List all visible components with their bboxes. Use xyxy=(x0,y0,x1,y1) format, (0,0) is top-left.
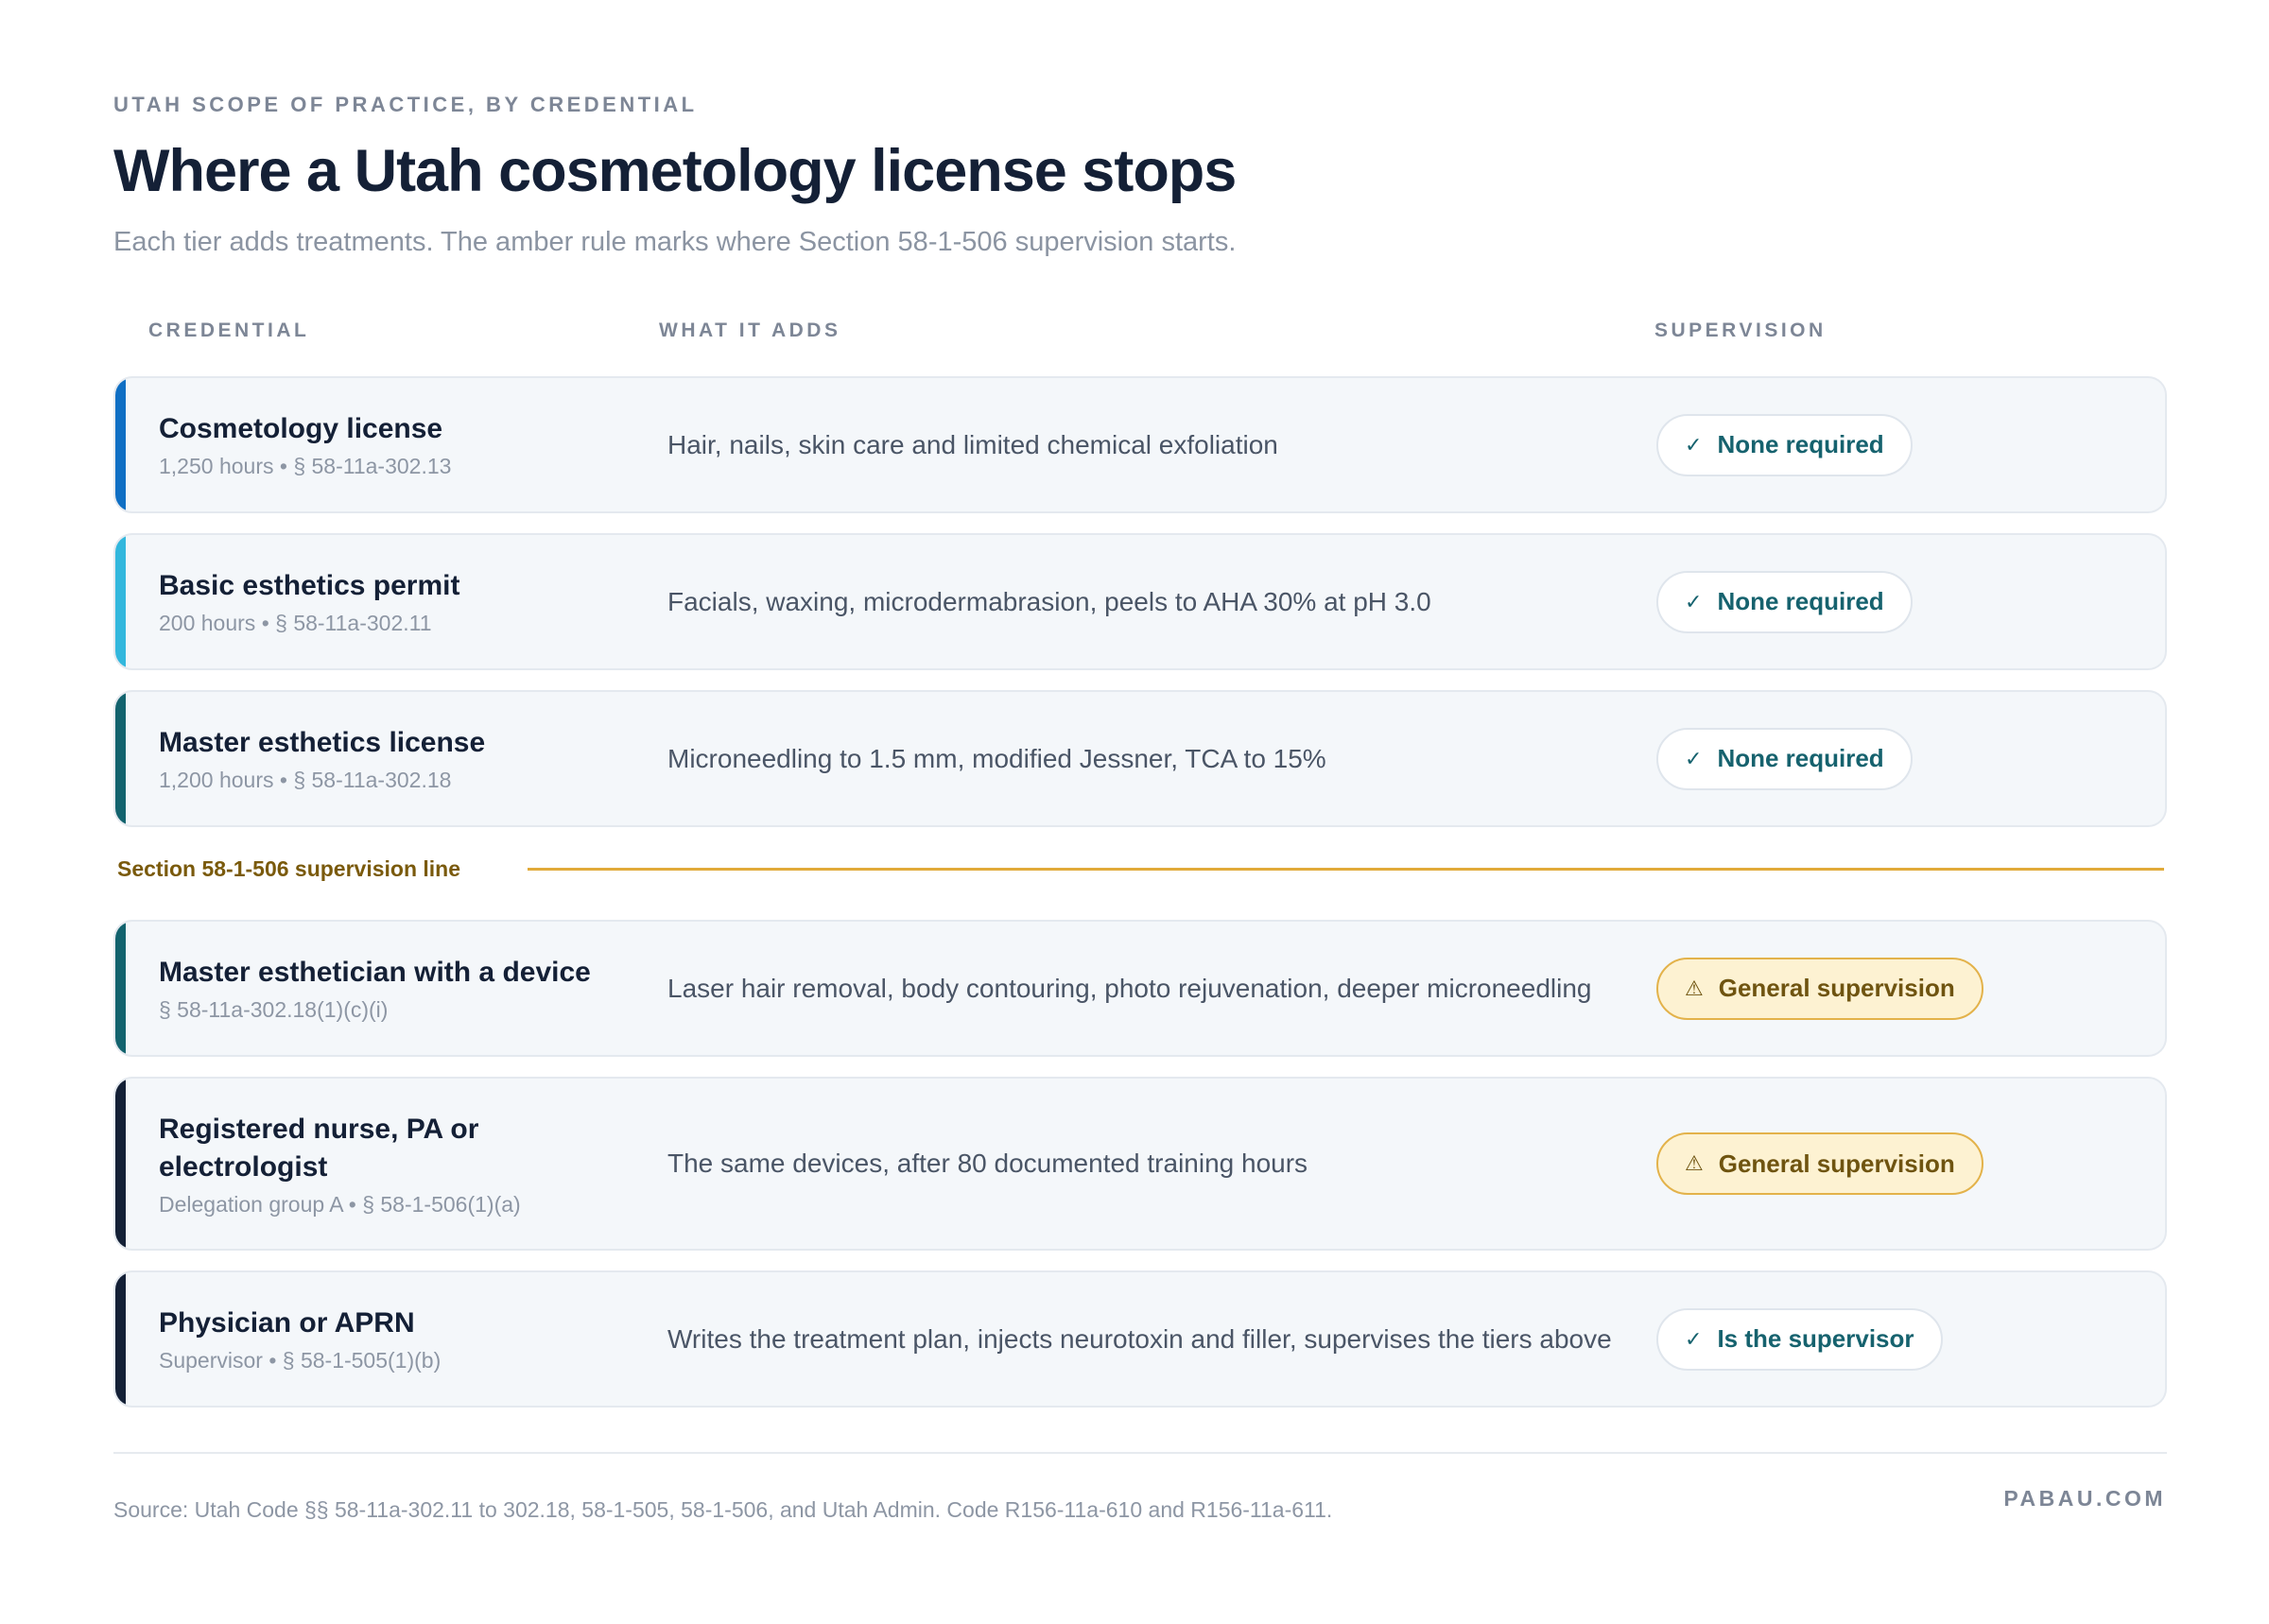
status-label: General supervision xyxy=(1718,1149,1955,1178)
status-label: General supervision xyxy=(1718,974,1955,1002)
page-subtitle: Each tier adds treatments. The amber rul… xyxy=(113,227,1237,257)
credential-row-nurse-pa: Registered nurse, PA or electrologist De… xyxy=(113,1077,2167,1251)
status-badge: ✓ None required xyxy=(1656,413,1913,476)
adds-cell: Writes the treatment plan, injects neuro… xyxy=(667,1323,1612,1354)
credential-cell: Basic esthetics permit 200 hours • § 58-… xyxy=(159,535,632,668)
supervision-cell: ✓ None required xyxy=(1656,378,1913,511)
supervision-cell: ✓ Is the supervisor xyxy=(1656,1272,1943,1406)
supervision-cell: ⚠ General supervision xyxy=(1656,922,1983,1055)
credential-meta: 1,200 hours • § 58-11a-302.18 xyxy=(159,768,452,792)
status-badge: ✓ None required xyxy=(1656,727,1913,790)
status-label: None required xyxy=(1717,430,1884,458)
credential-meta: § 58-11a-302.18(1)(c)(i) xyxy=(159,997,389,1022)
check-icon: ✓ xyxy=(1685,746,1703,770)
status-badge: ⚠ General supervision xyxy=(1656,957,1983,1020)
credential-meta: Supervisor • § 58-1-505(1)(b) xyxy=(159,1348,442,1373)
column-header-supervision: SUPERVISION xyxy=(1654,320,1827,341)
credential-meta: 200 hours • § 58-11a-302.11 xyxy=(159,611,432,635)
row-accent xyxy=(115,378,126,511)
credential-meta: 1,250 hours • § 58-11a-302.13 xyxy=(159,454,452,478)
credential-cell: Physician or APRN Supervisor • § 58-1-50… xyxy=(159,1272,632,1406)
credential-cell: Registered nurse, PA or electrologist De… xyxy=(159,1079,556,1249)
status-badge: ⚠ General supervision xyxy=(1656,1132,1983,1195)
credential-meta: Delegation group A • § 58-1-506(1)(a) xyxy=(159,1191,521,1217)
row-accent xyxy=(115,922,126,1055)
source-note: Source: Utah Code §§ 58-11a-302.11 to 30… xyxy=(113,1497,1333,1522)
supervision-cell: ⚠ General supervision xyxy=(1656,1079,1983,1249)
supervision-line xyxy=(528,868,2164,871)
credential-name: Basic esthetics permit xyxy=(159,570,460,601)
credential-cell: Cosmetology license 1,250 hours • § 58-1… xyxy=(159,378,632,511)
status-label: None required xyxy=(1717,744,1884,772)
adds-cell: Facials, waxing, microdermabrasion, peel… xyxy=(667,586,1431,616)
warning-icon: ⚠ xyxy=(1685,976,1704,1000)
column-header-credential: CREDENTIAL xyxy=(148,320,310,341)
row-accent xyxy=(115,1272,126,1406)
credential-cell: Master esthetician with a device § 58-11… xyxy=(159,922,632,1055)
credential-row-basic-esthetics: Basic esthetics permit 200 hours • § 58-… xyxy=(113,533,2167,670)
credential-name: Cosmetology license xyxy=(159,413,443,444)
row-accent xyxy=(115,1079,126,1249)
credential-name: Registered nurse, PA or electrologist xyxy=(159,1113,479,1183)
credential-row-physician: Physician or APRN Supervisor • § 58-1-50… xyxy=(113,1270,2167,1408)
credential-row-master-esthetics: Master esthetics license 1,200 hours • §… xyxy=(113,690,2167,827)
credential-row-master-device: Master esthetician with a device § 58-11… xyxy=(113,920,2167,1057)
row-accent xyxy=(115,692,126,825)
status-badge: ✓ Is the supervisor xyxy=(1656,1307,1943,1371)
supervision-cell: ✓ None required xyxy=(1656,535,1913,668)
supervision-line-label: Section 58-1-506 supervision line xyxy=(117,856,461,881)
credential-cell: Master esthetics license 1,200 hours • §… xyxy=(159,692,632,825)
adds-cell: Microneedling to 1.5 mm, modified Jessne… xyxy=(667,743,1326,773)
check-icon: ✓ xyxy=(1685,589,1703,613)
credential-name: Physician or APRN xyxy=(159,1307,415,1339)
check-icon: ✓ xyxy=(1685,432,1703,457)
adds-cell: Hair, nails, skin care and limited chemi… xyxy=(667,429,1278,459)
page-title: Where a Utah cosmetology license stops xyxy=(113,138,1237,204)
credential-name: Master esthetics license xyxy=(159,727,486,758)
status-badge: ✓ None required xyxy=(1656,570,1913,633)
adds-cell: The same devices, after 80 documented tr… xyxy=(667,1149,1308,1178)
status-label: Is the supervisor xyxy=(1717,1324,1914,1353)
column-header-adds: WHAT IT ADDS xyxy=(659,320,841,341)
supervision-cell: ✓ None required xyxy=(1656,692,1913,825)
check-icon: ✓ xyxy=(1685,1326,1703,1351)
footer-divider xyxy=(113,1452,2167,1454)
warning-icon: ⚠ xyxy=(1685,1151,1704,1175)
credential-row-cosmetology: Cosmetology license 1,250 hours • § 58-1… xyxy=(113,376,2167,513)
adds-cell: Laser hair removal, body contouring, pho… xyxy=(667,973,1592,1003)
status-label: None required xyxy=(1717,587,1884,615)
brand-mark: PABAU.COM xyxy=(2003,1486,2166,1511)
eyebrow: UTAH SCOPE OF PRACTICE, BY CREDENTIAL xyxy=(113,93,698,116)
row-accent xyxy=(115,535,126,668)
credential-name: Master esthetician with a device xyxy=(159,957,591,988)
